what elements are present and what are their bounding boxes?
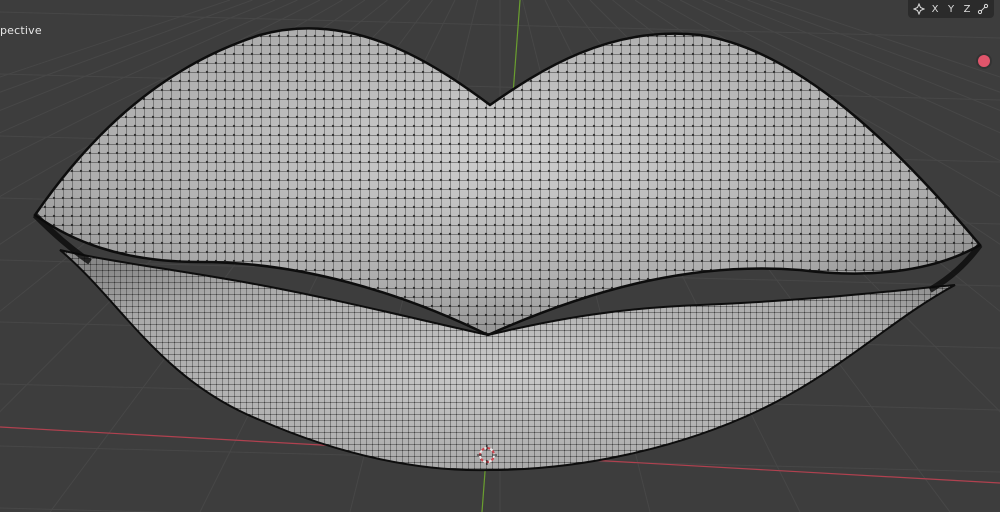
- 3d-viewport[interactable]: pective X Y Z: [0, 0, 1000, 512]
- snap-node-icon[interactable]: [975, 0, 991, 18]
- record-dot-icon[interactable]: [978, 55, 990, 67]
- lips-mesh[interactable]: [32, 27, 983, 472]
- view-perspective-label: pective: [0, 24, 42, 37]
- axis-toolbar: X Y Z: [908, 0, 994, 18]
- orientation-gizmo-icon[interactable]: [911, 0, 927, 18]
- axis-x-button[interactable]: X: [927, 0, 943, 18]
- viewport-scene[interactable]: [0, 0, 1000, 512]
- 3d-cursor-icon[interactable]: [476, 444, 498, 466]
- axis-y-button[interactable]: Y: [943, 0, 959, 18]
- axis-z-button[interactable]: Z: [959, 0, 975, 18]
